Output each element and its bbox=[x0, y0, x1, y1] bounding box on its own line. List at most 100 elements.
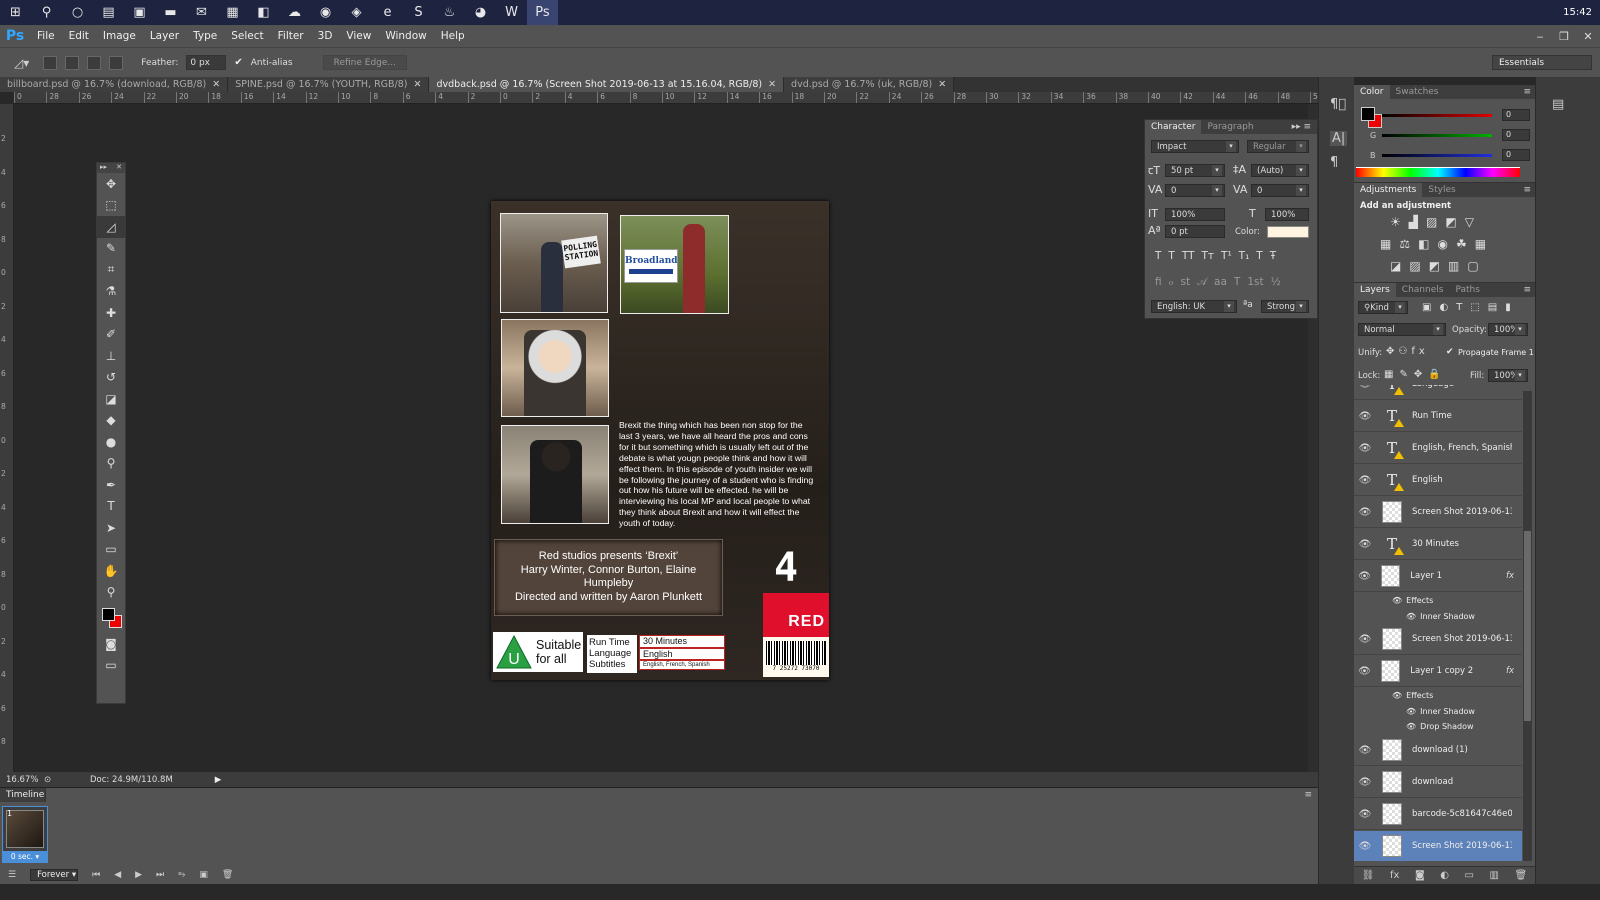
close-icon[interactable]: ✕ bbox=[1576, 30, 1600, 43]
channel-value-input[interactable]: 0 bbox=[1502, 129, 1530, 141]
panel-menu-icon[interactable]: ≡ bbox=[1523, 285, 1531, 295]
tween-icon[interactable]: ⥱ bbox=[178, 870, 185, 880]
layer-row[interactable]: 👁 download (1) bbox=[1354, 735, 1522, 766]
paint-bucket-tool-icon[interactable]: ◆ bbox=[97, 410, 125, 432]
layer-row[interactable]: 👁 T Run Time bbox=[1354, 401, 1522, 432]
layer-row[interactable]: 👁 Screen Shot 2019-06-13 ... bbox=[1354, 624, 1522, 656]
text-style-button[interactable]: T bbox=[1155, 250, 1161, 262]
document-canvas[interactable]: POLLING STATION Broadland Brexit the thi… bbox=[491, 201, 829, 680]
hand-tool-icon[interactable]: ✋ bbox=[97, 560, 125, 582]
eye-icon[interactable]: 👁 bbox=[1354, 841, 1376, 852]
close-icon[interactable]: ✕ bbox=[768, 79, 776, 90]
antialias-checkbox[interactable]: ✔ bbox=[234, 57, 242, 68]
text-style-button[interactable]: T₁ bbox=[1239, 250, 1250, 262]
fx-icon[interactable]: fx bbox=[1506, 666, 1514, 676]
slider-track[interactable] bbox=[1382, 133, 1492, 137]
layer-row[interactable]: 👁 Layer 1 fx bbox=[1354, 561, 1522, 592]
eye-icon[interactable]: 👁 bbox=[1354, 666, 1375, 677]
menu-item-type[interactable]: Type bbox=[186, 30, 224, 42]
eye-icon[interactable]: 👁 bbox=[1354, 385, 1376, 390]
color-lookup-icon[interactable]: ▦ bbox=[1475, 237, 1486, 251]
blend-mode-select[interactable]: Normal ▾ bbox=[1358, 323, 1446, 336]
layer-row[interactable]: 👁 Screen Shot 2019-06-13 ... bbox=[1354, 831, 1522, 861]
task-view-icon[interactable]: ▤ bbox=[93, 0, 124, 25]
libraries-panel-icon[interactable]: ▤ bbox=[1552, 97, 1564, 112]
crop-tool-icon[interactable]: ⌗ bbox=[97, 259, 125, 281]
hue-saturation-icon[interactable]: ▦ bbox=[1380, 237, 1391, 251]
document-tab[interactable]: billboard.psd @ 16.7% (download, RGB/8) ✕ bbox=[0, 77, 229, 92]
color-chips[interactable] bbox=[97, 603, 125, 633]
eye-icon[interactable]: 👁 bbox=[1406, 612, 1416, 621]
text-style-button[interactable]: T bbox=[1256, 250, 1262, 262]
frame-delay[interactable]: 0 sec. ▾ bbox=[3, 851, 47, 862]
layer-row[interactable]: 👁 barcode-5c81647c46e0fb... bbox=[1354, 799, 1522, 830]
foreground-color-chip[interactable] bbox=[1361, 107, 1375, 121]
vertical-scale-input[interactable]: 100% bbox=[1165, 208, 1225, 221]
tab-swatches[interactable]: Swatches bbox=[1390, 85, 1445, 99]
status-share-icon[interactable]: ⊙ bbox=[44, 775, 80, 785]
vibrance-icon[interactable]: ▽ bbox=[1465, 215, 1474, 229]
lasso-tool-icon[interactable]: ◿ bbox=[97, 216, 125, 238]
layer-row[interactable]: 👁 T Language bbox=[1354, 385, 1522, 400]
lock-icons[interactable]: ▦✎✥🔒 bbox=[1384, 369, 1447, 380]
eye-icon[interactable]: 👁 bbox=[1354, 475, 1376, 486]
layer-row[interactable]: 👁 Layer 1 copy 2 fx bbox=[1354, 656, 1522, 688]
posterize-icon[interactable]: ▨ bbox=[1409, 259, 1420, 273]
layer-effect-row[interactable]: 👁 Inner Shadow bbox=[1354, 704, 1522, 719]
opacity-input[interactable]: 100% ▾ bbox=[1488, 323, 1528, 336]
path-select-tool-icon[interactable]: ➤ bbox=[97, 517, 125, 539]
word-icon[interactable]: W bbox=[496, 0, 527, 25]
eye-icon[interactable]: 👁 bbox=[1406, 707, 1416, 716]
propagate-checkbox[interactable]: ✔ bbox=[1446, 347, 1454, 357]
pixel-filter-icon[interactable]: ▣ bbox=[1422, 302, 1431, 313]
close-icon[interactable]: ✕ bbox=[212, 79, 220, 90]
color-slider-b[interactable]: B0 bbox=[1370, 149, 1530, 161]
windows-start-icon[interactable]: ⊞ bbox=[0, 0, 31, 25]
document-tab[interactable]: SPINE.psd @ 16.7% (YOUTH, RGB/8) ✕ bbox=[228, 77, 430, 92]
move-tool-icon[interactable]: ✥ bbox=[97, 173, 125, 195]
color-balance-icon[interactable]: ⚖ bbox=[1399, 237, 1410, 251]
firefox-icon[interactable]: ◕ bbox=[465, 0, 496, 25]
opentype-button[interactable]: T bbox=[1234, 276, 1240, 289]
tab-channels[interactable]: Channels bbox=[1396, 283, 1450, 297]
rectangle-tool-icon[interactable]: ▭ bbox=[97, 539, 125, 561]
lasso-preset-icon[interactable]: ◿▾ bbox=[14, 56, 29, 70]
adjustment-layer-icon[interactable]: ◐ bbox=[1440, 870, 1449, 881]
timeline-title[interactable]: Timeline bbox=[0, 788, 46, 802]
blur-tool-icon[interactable]: ● bbox=[97, 431, 125, 453]
text-style-button[interactable]: TT bbox=[1182, 250, 1195, 262]
media-icon[interactable]: ◈ bbox=[341, 0, 372, 25]
color-slider-g[interactable]: G0 bbox=[1370, 129, 1530, 141]
menu-item-window[interactable]: Window bbox=[378, 30, 433, 42]
dodge-tool-icon[interactable]: ⚲ bbox=[97, 453, 125, 475]
skype-icon[interactable]: S bbox=[403, 0, 434, 25]
invert-icon[interactable]: ◪ bbox=[1390, 259, 1401, 273]
opentype-button[interactable]: st bbox=[1180, 276, 1190, 289]
adjustment-filter-icon[interactable]: ◐ bbox=[1439, 302, 1448, 313]
opentype-button[interactable]: ½ bbox=[1271, 276, 1281, 289]
close-icon[interactable]: ✕ bbox=[414, 79, 422, 90]
office-icon[interactable]: ◧ bbox=[248, 0, 279, 25]
menu-item-help[interactable]: Help bbox=[434, 30, 472, 42]
document-tab[interactable]: dvd.psd @ 16.7% (uk, RGB/8) ✕ bbox=[784, 77, 955, 92]
pen-tool-icon[interactable]: ✒ bbox=[97, 474, 125, 496]
shape-filter-icon[interactable]: ⬚ bbox=[1470, 302, 1479, 313]
antialias-method-select[interactable]: Strong ▾ bbox=[1261, 300, 1309, 313]
tab-paragraph[interactable]: Paragraph bbox=[1201, 120, 1259, 134]
eye-icon[interactable]: 👁 bbox=[1354, 411, 1376, 422]
smart-filter-icon[interactable]: ▤ bbox=[1488, 302, 1497, 313]
panel-menu-icon[interactable]: ≡ bbox=[1304, 790, 1312, 800]
menu-item-filter[interactable]: Filter bbox=[271, 30, 311, 42]
quick-mask-icon[interactable]: ◙ bbox=[97, 633, 125, 655]
menu-item-select[interactable]: Select bbox=[224, 30, 270, 42]
text-color-swatch[interactable] bbox=[1267, 226, 1309, 238]
layer-effect-row[interactable]: 👁 Effects bbox=[1354, 593, 1522, 608]
workspace-select[interactable]: Essentials bbox=[1492, 55, 1592, 70]
font-style-select[interactable]: Regular ▾ bbox=[1247, 140, 1309, 153]
photo-filter-icon[interactable]: ◉ bbox=[1437, 237, 1447, 251]
duplicate-frame-icon[interactable]: ▣ bbox=[199, 870, 208, 880]
cortana-icon[interactable]: ○ bbox=[62, 0, 93, 25]
panel-menu-icon[interactable]: ≡ bbox=[1523, 185, 1531, 195]
marquee-tool-icon[interactable]: ⬚ bbox=[97, 195, 125, 217]
channel-value-input[interactable]: 0 bbox=[1502, 109, 1530, 121]
